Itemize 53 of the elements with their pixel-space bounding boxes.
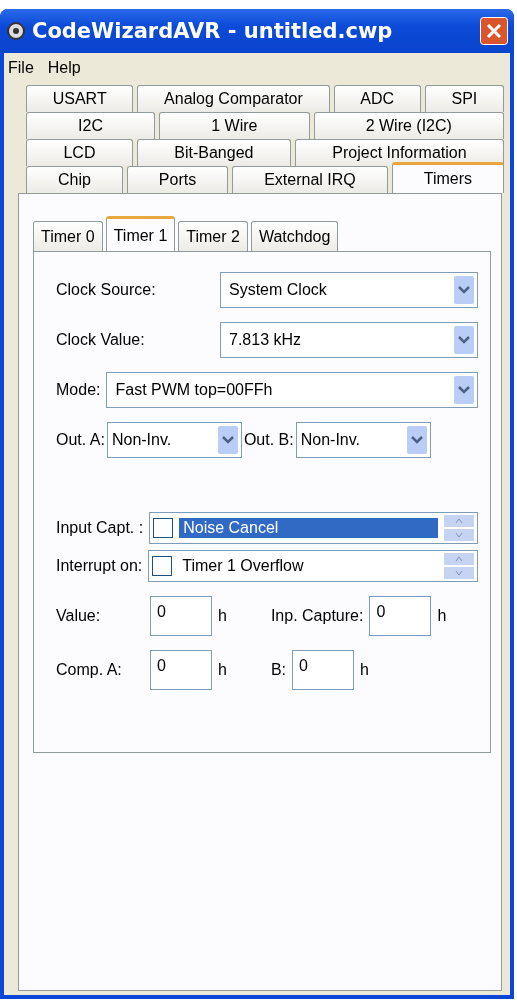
tab[interactable]: Project Information bbox=[294, 139, 504, 166]
tab[interactable]: Chip bbox=[26, 166, 123, 193]
menu-item[interactable]: Help bbox=[47, 59, 81, 77]
tab[interactable]: LCD bbox=[26, 139, 133, 166]
tab[interactable]: Timer 0 bbox=[33, 221, 103, 251]
dropdown[interactable]: System Clock bbox=[220, 272, 478, 308]
menu-item[interactable]: File bbox=[8, 59, 34, 77]
field-label: Comp. A: bbox=[56, 661, 123, 679]
field-label: Clock Value: bbox=[56, 331, 146, 349]
number-field[interactable]: 0 bbox=[150, 596, 212, 636]
dropdown[interactable]: Non-Inv. bbox=[295, 422, 431, 458]
field-label: B: bbox=[270, 661, 287, 679]
unit-label: h bbox=[218, 607, 227, 625]
list-option[interactable]: Timer 1 Overflow bbox=[178, 556, 438, 576]
tab[interactable]: Watchdog bbox=[250, 221, 339, 251]
dropdown[interactable]: 7.813 kHz bbox=[220, 322, 478, 358]
unit-label: h bbox=[218, 661, 227, 679]
field-label: Inp. Capture: bbox=[270, 607, 364, 625]
tab[interactable]: Timer 2 bbox=[178, 221, 248, 251]
tab[interactable]: Bit-Banged bbox=[136, 139, 291, 166]
gear-icon bbox=[6, 21, 26, 41]
tab[interactable]: USART bbox=[26, 85, 134, 112]
tab[interactable]: ADC bbox=[333, 85, 421, 112]
tab[interactable]: 2 Wire (I2C) bbox=[313, 112, 504, 139]
unit-label: h bbox=[360, 661, 369, 679]
check-list-field[interactable]: Noise Cancel bbox=[149, 512, 478, 544]
number-field[interactable]: 0 bbox=[292, 650, 355, 690]
tab[interactable]: Analog Comparator bbox=[137, 85, 330, 112]
field-label: Clock Source: bbox=[56, 281, 157, 299]
field-label: Value: bbox=[56, 607, 102, 625]
checkbox[interactable] bbox=[153, 518, 174, 538]
dropdown[interactable]: Fast PWM top=00FFh bbox=[106, 372, 478, 408]
field-label: Out. B: bbox=[243, 431, 294, 449]
field-label: Input Capt. : bbox=[56, 519, 144, 537]
dropdown[interactable]: Non-Inv. bbox=[106, 422, 242, 458]
tab[interactable]: Timer 1 bbox=[105, 216, 176, 252]
field-label: Mode: bbox=[56, 381, 101, 399]
tab[interactable]: Timers bbox=[391, 162, 504, 193]
field-label: Out. A: bbox=[56, 431, 105, 449]
unit-label: h bbox=[437, 607, 447, 625]
number-field[interactable]: 0 bbox=[150, 650, 212, 690]
tab[interactable]: I2C bbox=[26, 112, 156, 139]
list-option[interactable]: Noise Cancel bbox=[179, 518, 438, 538]
tab[interactable]: Ports bbox=[126, 166, 229, 193]
field-label: Interrupt on: bbox=[56, 557, 143, 575]
tab[interactable]: External IRQ bbox=[232, 166, 388, 193]
close-button[interactable] bbox=[480, 17, 508, 45]
check-list-field[interactable]: Timer 1 Overflow bbox=[148, 550, 478, 582]
tab[interactable]: 1 Wire bbox=[159, 112, 310, 139]
tab[interactable]: SPI bbox=[424, 85, 504, 112]
number-field[interactable]: 0 bbox=[369, 596, 432, 636]
checkbox[interactable] bbox=[152, 556, 173, 576]
window-title: CodeWizardAVR - untitled.cwp bbox=[32, 19, 394, 43]
